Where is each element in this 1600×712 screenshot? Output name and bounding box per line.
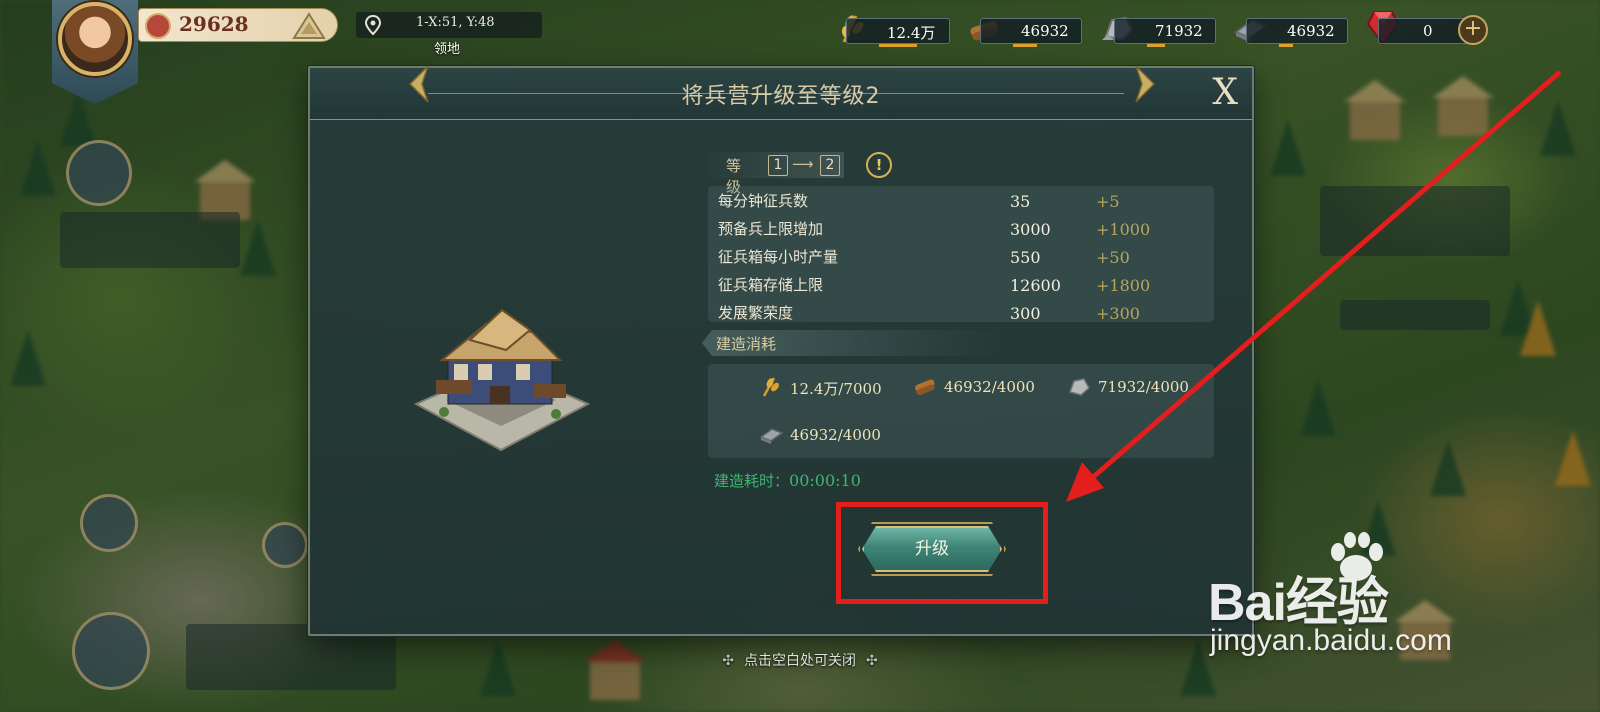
hint-ornament-icon: ✣ <box>722 653 734 669</box>
stat-increase: +1800 <box>1096 276 1151 295</box>
current-level: 1 <box>768 155 788 176</box>
build-hammer-icon[interactable] <box>80 494 138 552</box>
level-arrow-icon: ⟶ <box>792 155 814 173</box>
upgrade-dialog: 将兵营升级至等级2 X 等级 1 ⟶ 2 ! 每分钟征兵数 35 +5 预备兵上… <box>308 65 1254 636</box>
gem-resource[interactable]: 0 <box>1378 18 1470 44</box>
event-banner[interactable] <box>1340 300 1490 330</box>
previous-building-arrow-icon[interactable] <box>406 64 436 104</box>
stone-bar <box>1147 44 1165 47</box>
grain-icon <box>762 377 779 397</box>
iron-resource[interactable]: 46932 <box>1246 18 1348 47</box>
stat-increase: +50 <box>1096 248 1130 267</box>
stat-increase: +5 <box>1096 192 1120 211</box>
power-crest-icon <box>145 13 171 39</box>
stat-name: 预备兵上限增加 <box>718 220 824 238</box>
quest-panel[interactable] <box>60 212 240 268</box>
rank-chevron-icon[interactable] <box>292 12 326 40</box>
cost-panel: 12.4万/7000 46932/4000 71932/4000 46932/4… <box>708 364 1214 458</box>
stat-current: 3000 <box>1010 220 1051 239</box>
iron-value: 46932 <box>1287 22 1335 40</box>
close-button[interactable]: X <box>1212 72 1238 113</box>
wood-icon <box>915 379 935 396</box>
annotation-highlight-box <box>836 502 1048 604</box>
dialog-title: 将兵营升级至等级2 <box>681 84 881 109</box>
quest-scroll-icon[interactable] <box>66 140 132 206</box>
stat-row: 预备兵上限增加 3000 +1000 <box>708 214 1214 242</box>
grain-bar <box>879 44 917 47</box>
add-gems-button[interactable]: + <box>1458 15 1488 45</box>
cost-value: 46932/4000 <box>944 378 1035 396</box>
hint-ornament-icon: ✣ <box>866 653 878 669</box>
wood-resource[interactable]: 46932 <box>980 18 1082 47</box>
stat-increase: +300 <box>1096 304 1140 322</box>
watermark-url: jingyan.baidu.com <box>1210 624 1452 657</box>
gem-value: 0 <box>1423 22 1433 40</box>
barracks-building-image <box>413 308 591 452</box>
cost-label: 建造消耗 <box>716 335 777 353</box>
stat-row: 每分钟征兵数 35 +5 <box>708 186 1214 214</box>
grain-value: 12.4万 <box>887 24 936 42</box>
stats-panel[interactable]: 每分钟征兵数 35 +5 预备兵上限增加 3000 +1000 征兵箱每小时产量… <box>708 186 1214 322</box>
wood-bar <box>1013 44 1037 47</box>
build-time-value: 00:00:10 <box>789 471 861 490</box>
info-icon[interactable]: ! <box>866 152 892 178</box>
stat-row: 征兵箱每小时产量 550 +50 <box>708 242 1214 270</box>
cost-value: 46932/4000 <box>790 426 881 444</box>
stone-resource[interactable]: 71932 <box>1114 18 1216 47</box>
map-pin-icon <box>364 14 382 36</box>
iron-icon <box>759 428 784 444</box>
grain-resource[interactable]: 12.4万 <box>846 18 950 47</box>
next-building-arrow-icon[interactable] <box>1128 64 1158 104</box>
stat-name: 发展繁荣度 <box>718 304 794 322</box>
wood-value: 46932 <box>1021 22 1069 40</box>
player-avatar[interactable] <box>58 2 132 76</box>
cost-header: 建造消耗 <box>702 330 1002 356</box>
close-hint-text: 点击空白处可关闭 <box>744 653 856 669</box>
build-time-label: 建造耗时： <box>714 472 790 490</box>
stat-name: 每分钟征兵数 <box>718 192 809 210</box>
next-level: 2 <box>820 155 840 176</box>
stat-current: 550 <box>1010 248 1041 267</box>
stat-name: 征兵箱存储上限 <box>718 276 824 294</box>
stat-name: 征兵箱每小时产量 <box>718 248 839 266</box>
hero-panel[interactable] <box>1320 186 1510 256</box>
power-value: 29628 <box>179 12 249 36</box>
iron-bar <box>1279 44 1293 47</box>
build-time: 建造耗时：00:00:10 <box>714 470 861 491</box>
baidu-watermark: Bai经验 jingyan.baidu.com <box>1208 530 1508 670</box>
cost-value: 71932/4000 <box>1098 378 1189 396</box>
dialog-header: 将兵营升级至等级2 X <box>310 65 1252 120</box>
stone-icon <box>1069 378 1090 396</box>
stat-current: 12600 <box>1010 276 1061 295</box>
coordinates-box[interactable]: 1-X:51, Y:48 <box>356 12 542 38</box>
cost-value: 12.4万/7000 <box>790 380 882 398</box>
stat-row: 发展繁荣度 300 +300 <box>708 298 1214 322</box>
coordinates-text: 1-X:51, Y:48 <box>416 15 495 30</box>
territory-label: 领地 <box>434 42 461 57</box>
stone-value: 71932 <box>1155 22 1203 40</box>
stat-row: 征兵箱存储上限 12600 +1800 <box>708 270 1214 298</box>
event-icon[interactable] <box>262 522 308 568</box>
stat-increase: +1000 <box>1096 220 1151 239</box>
stat-current: 35 <box>1010 192 1031 211</box>
stat-current: 300 <box>1010 304 1041 322</box>
